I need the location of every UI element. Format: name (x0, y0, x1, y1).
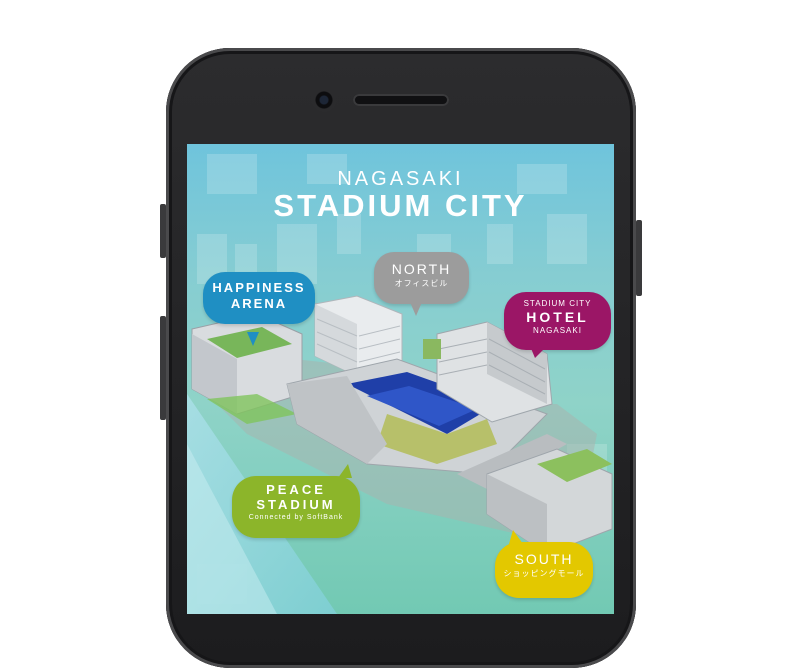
pin-sublabel: STADIUM CITY (523, 299, 592, 308)
pin-label: HAPPINESS (212, 280, 306, 295)
pin-sublabel: NAGASAKI (533, 326, 582, 335)
pin-happiness-arena[interactable]: HAPPINESS ARENA (203, 272, 315, 346)
front-camera-icon (312, 88, 336, 112)
pin-pointer (338, 464, 352, 478)
pin-label: SOUTH (514, 551, 574, 567)
pin-label: NORTH (391, 261, 452, 277)
power-button (636, 220, 642, 296)
pin-north[interactable]: NORTH オフィスビル (374, 252, 469, 316)
pin-sublabel: ショッピングモール (503, 569, 585, 578)
app-screen: NAGASAKI STADIUM CITY HAPPINESS ARENA NO… (187, 144, 614, 614)
pin-label: ARENA (230, 296, 288, 311)
pin-south[interactable]: SOUTH ショッピングモール (495, 530, 593, 598)
pin-pointer (410, 302, 422, 316)
pin-pointer (247, 332, 259, 346)
pin-hotel[interactable]: STADIUM CITY HOTEL NAGASAKI (504, 292, 611, 358)
pin-sublabel: Connected by SoftBank (248, 514, 344, 521)
pin-label: STADIUM (256, 497, 336, 512)
pin-label: PEACE (266, 482, 326, 497)
app-title-large: STADIUM CITY (273, 188, 528, 223)
pin-peace-stadium[interactable]: PEACE STADIUM Connected by SoftBank (232, 464, 360, 538)
earpiece-speaker (353, 94, 449, 106)
pin-pointer (530, 346, 547, 358)
pin-sublabel: オフィスビル (394, 279, 449, 288)
pin-label: HOTEL (526, 309, 589, 325)
pin-pointer (509, 530, 523, 544)
